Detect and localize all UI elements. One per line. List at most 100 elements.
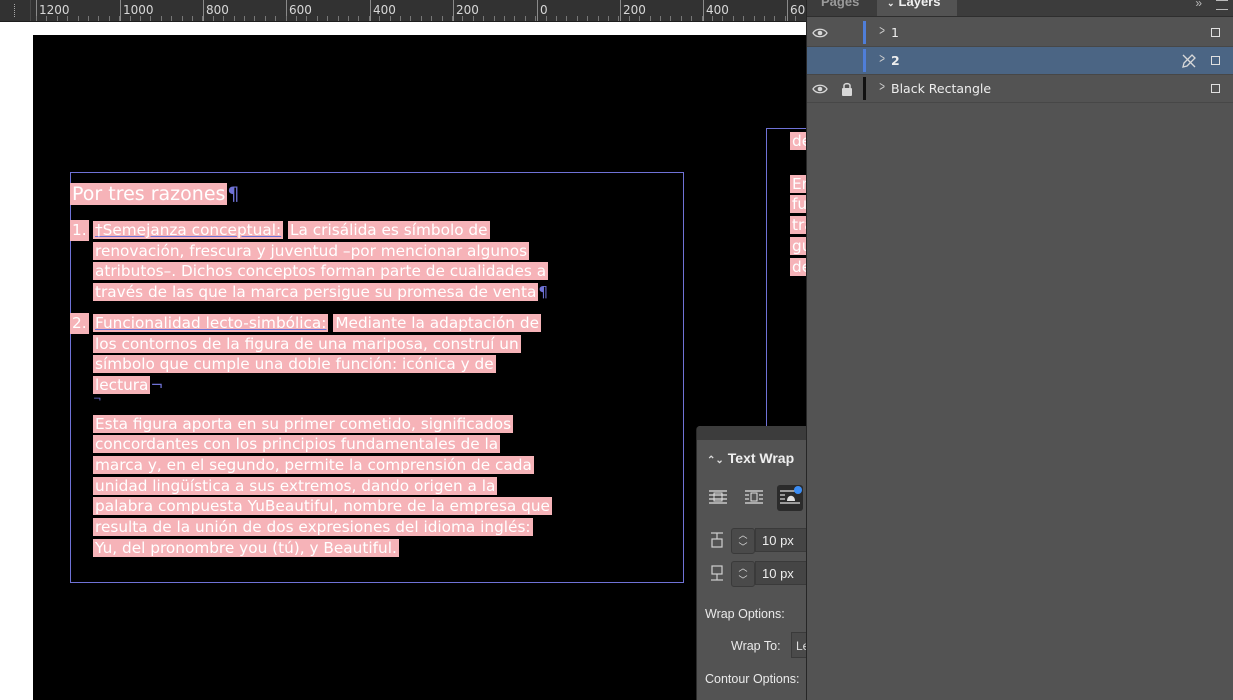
ruler-minor-tick	[483, 16, 484, 21]
paragraph-text: Esta figura aporta en su primer cometido…	[93, 414, 552, 557]
chevron-right-icon[interactable]: >	[879, 78, 885, 94]
panel-tab-bar	[697, 426, 807, 440]
text-wrap-panel[interactable]: ⌃⌄ Text Wrap ︿ ﹀ 10 px ︿ ﹀ 10 px Wrap Optio…	[696, 426, 815, 700]
wrap-options-label: Wrap Options:	[705, 607, 785, 621]
ruler-minor-tick	[171, 16, 172, 21]
ruler-minor-tick	[681, 16, 682, 21]
heading-text: Por tres razones	[70, 183, 228, 205]
top-offset-stepper[interactable]: ︿ ﹀	[731, 528, 755, 554]
list-item: 2. Funcionalidad lecto-simbólica: Median…	[70, 312, 550, 405]
layer-selection-square[interactable]	[1211, 84, 1220, 93]
pilcrow-mark: ¶	[227, 183, 240, 205]
ruler-origin[interactable]	[0, 0, 31, 21]
tab-pages[interactable]: Pages	[821, 0, 859, 16]
ruler-tick	[537, 0, 538, 21]
no-wrap-icon[interactable]	[705, 485, 731, 511]
ruler-minor-tick	[546, 16, 547, 21]
layer-row[interactable]: > Black Rectangle	[807, 75, 1233, 103]
eye-icon[interactable]	[812, 82, 828, 96]
black-rectangle-artboard[interactable]: Por tres razones ¶ 1. †Semejanza conceptu…	[33, 35, 806, 700]
ruler-label: 200	[456, 3, 479, 17]
ruler-minor-tick	[400, 16, 401, 21]
panel-tab-bar: Pages ⌄ Layers »	[807, 0, 1233, 17]
ruler-minor-tick	[379, 16, 380, 21]
ruler-minor-tick	[327, 16, 328, 21]
secondary-story[interactable]: de En fu tra gu de	[790, 131, 806, 277]
text-story[interactable]: Por tres razones ¶ 1. †Semejanza conceptu…	[70, 181, 552, 559]
ruler-tick	[120, 0, 121, 21]
wrap-bounding-box-icon[interactable]	[741, 485, 767, 511]
ruler-minor-tick	[275, 16, 276, 21]
eye-icon[interactable]	[812, 26, 828, 40]
chevron-updown-icon[interactable]: ⌃⌄	[707, 455, 724, 466]
ruler-minor-tick	[650, 16, 651, 21]
ruler-tick	[453, 0, 454, 21]
horizontal-ruler[interactable]: 1200 1000 800 600 400 200 0 200 400 600	[0, 0, 806, 22]
story-line: de	[790, 132, 806, 150]
wrap-object-shape-icon[interactable]	[777, 485, 803, 511]
layer-color-bar	[863, 77, 866, 100]
list-item: 1. †Semejanza conceptual: La crisálida e…	[70, 220, 550, 303]
ruler-minor-tick	[119, 16, 120, 21]
ruler-minor-tick	[504, 16, 505, 21]
bottom-offset-stepper[interactable]: ︿ ﹀	[731, 561, 755, 587]
ruler-minor-tick	[234, 16, 235, 21]
pen-disabled-icon[interactable]	[1181, 53, 1197, 69]
layer-name[interactable]: 2	[891, 53, 900, 68]
layer-name[interactable]: Black Rectangle	[891, 81, 991, 96]
layer-color-bar	[863, 49, 866, 72]
ruler-minor-tick	[421, 16, 422, 21]
line-break-mark: ¬	[93, 393, 102, 405]
layer-row[interactable]: > 1	[807, 19, 1233, 47]
ruler-minor-tick	[358, 16, 359, 21]
ruler-minor-tick	[608, 16, 609, 21]
layers-panel[interactable]: Pages ⌄ Layers » > 1 > 2 > Black Rectangl…	[806, 0, 1233, 700]
body-paragraph: Esta figura aporta en su primer cometido…	[70, 414, 552, 559]
chevron-right-icon[interactable]: >	[879, 50, 885, 66]
story-line: fu	[790, 195, 806, 214]
ruler-minor-tick	[57, 16, 58, 21]
layer-selection-square[interactable]	[1211, 28, 1220, 37]
ruler-minor-tick	[182, 16, 183, 21]
ruler-minor-tick	[670, 16, 671, 21]
ruler-minor-tick	[754, 16, 755, 21]
ruler-minor-tick	[442, 16, 443, 21]
layer-selection-square[interactable]	[1211, 56, 1220, 65]
text-wrap-tab[interactable]: ⌃⌄ Text Wrap	[701, 442, 807, 475]
ruler-minor-tick	[88, 16, 89, 21]
ruler-tick	[787, 0, 788, 21]
ruler-minor-tick	[535, 16, 536, 21]
ruler-minor-tick	[213, 16, 214, 21]
ruler-minor-tick	[577, 16, 578, 21]
ruler-minor-tick	[410, 16, 411, 21]
ruler-minor-tick	[764, 16, 765, 21]
ruler-minor-tick	[306, 16, 307, 21]
ruler-minor-tick	[317, 16, 318, 21]
layer-row[interactable]: > 2	[807, 47, 1233, 75]
ruler-minor-tick	[140, 16, 141, 21]
ruler-minor-tick	[348, 16, 349, 21]
ruler-minor-tick	[587, 16, 588, 21]
story-heading: Por tres razones ¶	[70, 181, 550, 207]
panel-menu-icon[interactable]	[1216, 0, 1228, 10]
tab-layers[interactable]: ⌄ Layers	[877, 0, 957, 16]
ruler-minor-tick	[743, 16, 744, 21]
pasteboard[interactable]: Por tres razones ¶ 1. †Semejanza conceptu…	[0, 22, 806, 700]
wrap-to-label: Wrap To:	[731, 639, 781, 653]
list-item-lead: Funcionalidad lecto-simbólica:	[93, 313, 329, 332]
collapse-panels-icon[interactable]: »	[1195, 0, 1202, 10]
ruler-minor-tick	[223, 16, 224, 21]
ruler-minor-tick	[618, 16, 619, 21]
lock-icon[interactable]	[840, 81, 854, 97]
ruler-tick	[620, 0, 621, 21]
ruler-label: 200	[623, 3, 646, 17]
layer-color-bar	[863, 21, 866, 44]
chevron-right-icon[interactable]: >	[879, 22, 885, 38]
ruler-minor-tick	[598, 16, 599, 21]
ruler-minor-tick	[629, 16, 630, 21]
ruler-minor-tick	[98, 16, 99, 21]
story-line: tra	[790, 216, 806, 235]
layer-name[interactable]: 1	[891, 25, 899, 40]
ruler-minor-tick	[338, 16, 339, 21]
ruler-minor-tick	[109, 16, 110, 21]
